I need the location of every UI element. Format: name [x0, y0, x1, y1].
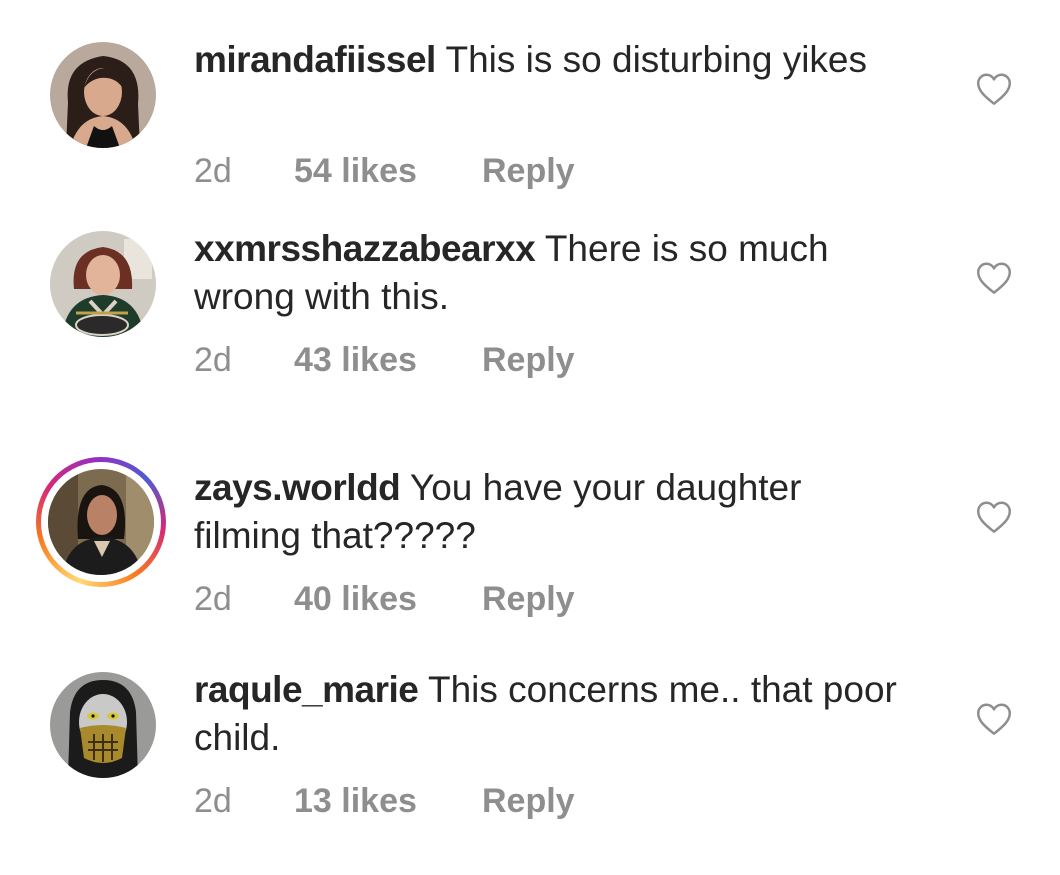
comment-likes-count[interactable]: 40 likes — [294, 580, 482, 619]
comment-likes-count[interactable]: 13 likes — [294, 782, 482, 821]
profile-photo — [50, 672, 156, 778]
comment-text: zays.worldd You have your daughter filmi… — [194, 464, 914, 560]
comment-item: raqule_marie This concerns me.. that poo… — [0, 0, 1060, 820]
comment-meta: 2d 40 likes Reply — [194, 580, 575, 619]
comment-text: xxmrsshazzabearxx There is so much wrong… — [194, 225, 914, 321]
comment-timestamp: 2d — [194, 580, 232, 618]
reply-button[interactable]: Reply — [482, 782, 575, 821]
avatar[interactable] — [48, 229, 158, 339]
comment-meta: 2d 13 likes Reply — [194, 782, 575, 821]
profile-photo — [48, 469, 154, 575]
comment-text: raqule_marie This concerns me.. that poo… — [194, 666, 914, 762]
heart-outline-icon[interactable] — [975, 702, 1013, 736]
comment-likes-count[interactable]: 43 likes — [294, 341, 482, 380]
profile-photo — [50, 231, 156, 337]
avatar[interactable] — [48, 670, 158, 780]
comment-username[interactable]: raqule_marie — [194, 669, 419, 710]
reply-button[interactable]: Reply — [482, 580, 575, 619]
comment-timestamp: 2d — [194, 341, 232, 379]
heart-outline-icon[interactable] — [975, 500, 1013, 534]
comment-meta: 2d 43 likes Reply — [194, 341, 575, 380]
comment-timestamp: 2d — [194, 782, 232, 820]
heart-outline-icon[interactable] — [975, 261, 1013, 295]
avatar-story-ring[interactable] — [36, 457, 166, 587]
reply-button[interactable]: Reply — [482, 341, 575, 380]
comment-username[interactable]: zays.worldd — [194, 467, 401, 508]
comment-username[interactable]: xxmrsshazzabearxx — [194, 228, 536, 269]
